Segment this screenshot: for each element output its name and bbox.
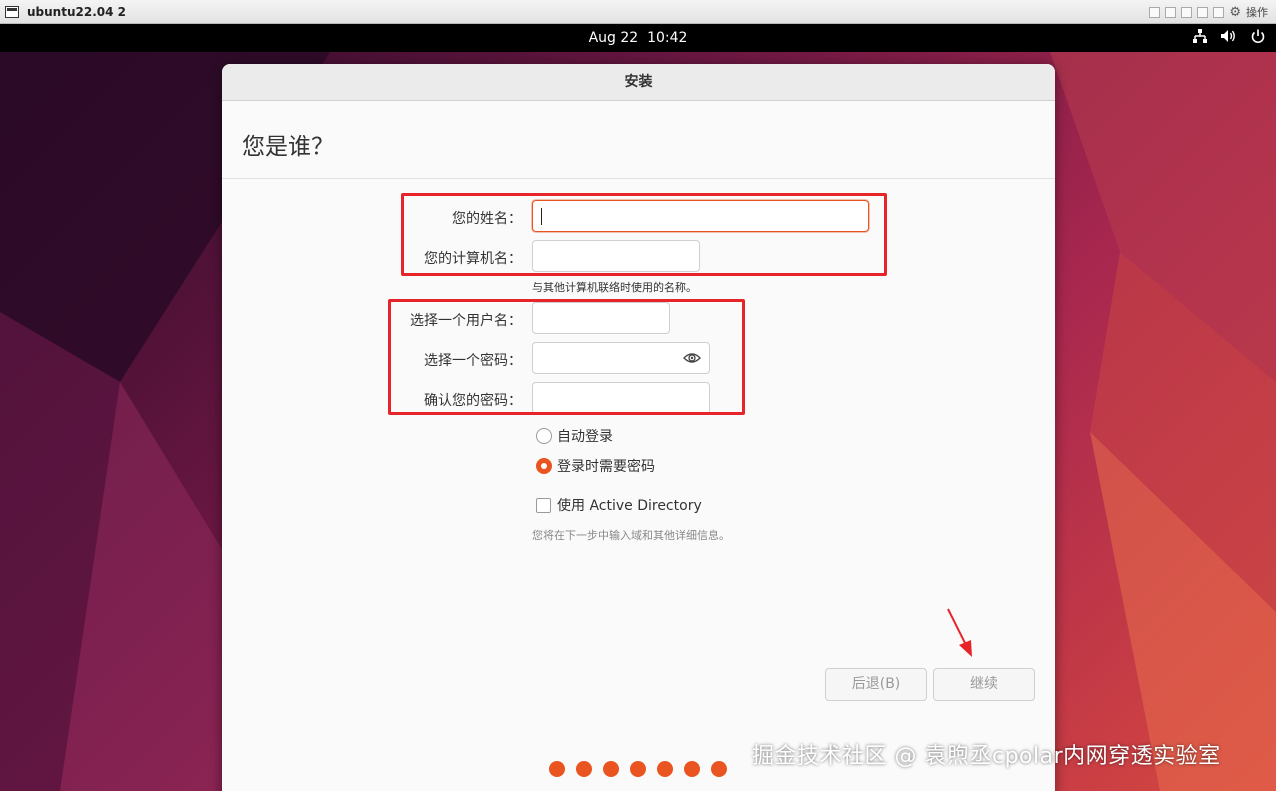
vm-control-button[interactable]	[1165, 6, 1177, 18]
watermark-text: 掘金技术社区 @ 袁煦丞cpolar内网穿透实验室	[752, 744, 1221, 769]
computer-name-hint: 与其他计算机联络时使用的名称。	[532, 281, 697, 294]
active-directory-option[interactable]: 使用 Active Directory	[536, 495, 702, 515]
require-password-radio[interactable]	[536, 458, 552, 474]
vm-window-icon	[5, 5, 19, 18]
annotation-box-name-computer	[401, 193, 887, 276]
panel-date: Aug 22	[588, 30, 639, 46]
system-tray[interactable]	[1192, 28, 1266, 44]
vm-control-button[interactable]	[1197, 6, 1209, 18]
progress-dot	[576, 761, 592, 777]
active-directory-checkbox[interactable]	[536, 497, 551, 513]
volume-icon	[1221, 30, 1235, 42]
progress-dot	[549, 761, 565, 777]
continue-button[interactable]: 继续	[933, 668, 1035, 701]
progress-dot	[630, 761, 646, 777]
active-directory-hint: 您将在下一步中输入域和其他详细信息。	[532, 529, 730, 542]
panel-clock[interactable]: Aug 22 10:42	[0, 30, 1276, 46]
annotation-arrow	[947, 608, 972, 657]
auto-login-label: 自动登录	[557, 429, 613, 445]
progress-dots	[549, 761, 727, 777]
page-title: 您是谁？	[222, 101, 1055, 179]
vm-control-button[interactable]	[1181, 6, 1193, 18]
vm-control-button[interactable]	[1213, 6, 1225, 18]
ubuntu-top-panel: Aug 22 10:42	[0, 24, 1276, 52]
vm-window-title: ubuntu22.04 2	[27, 4, 126, 19]
auto-login-option[interactable]: 自动登录	[536, 426, 613, 446]
require-password-option[interactable]: 登录时需要密码	[536, 456, 655, 476]
network-icon	[1193, 29, 1207, 43]
annotation-box-account	[388, 299, 745, 415]
progress-dot	[657, 761, 673, 777]
vm-window-titlebar: ubuntu22.04 2 ⚙ 操作	[0, 0, 1276, 24]
active-directory-label: 使用 Active Directory	[557, 498, 702, 514]
vm-control-button[interactable]	[1149, 6, 1161, 18]
auto-login-radio[interactable]	[536, 428, 552, 444]
progress-dot	[684, 761, 700, 777]
progress-dot	[711, 761, 727, 777]
vm-ops-menu[interactable]: 操作	[1246, 4, 1268, 20]
gear-icon[interactable]: ⚙	[1229, 6, 1241, 19]
require-password-label: 登录时需要密码	[557, 459, 655, 475]
progress-dot	[603, 761, 619, 777]
power-icon	[1251, 29, 1265, 44]
installer-window: 安装 您是谁？	[222, 64, 1055, 791]
installer-titlebar: 安装	[222, 64, 1055, 101]
back-button[interactable]: 后退(B)	[825, 668, 927, 701]
vm-window-controls: ⚙ 操作	[1149, 4, 1268, 20]
panel-time: 10:42	[647, 30, 688, 46]
